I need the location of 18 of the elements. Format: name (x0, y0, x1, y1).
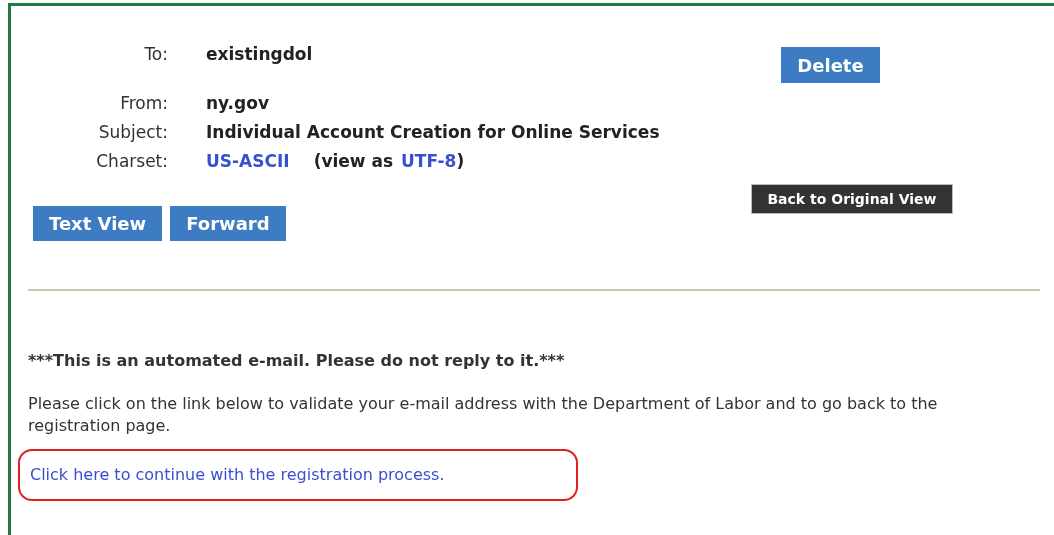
registration-link[interactable]: Click here to continue with the registration process. (30, 463, 445, 487)
header-label: Subject: (97, 121, 168, 144)
header-value: ) (456, 150, 465, 173)
charset-link[interactable]: US-ASCII (206, 149, 290, 175)
message-paragraph: Please click on the link below to validate your e-mail address with the Department of Labor and to go back to the registration page. (28, 393, 939, 437)
charset-link[interactable]: UTF-8 (401, 149, 457, 175)
header-label: From: (119, 92, 168, 115)
header-label: Charset: (95, 150, 168, 173)
header-value: Individual Account Creation for Online Services (206, 121, 660, 144)
automated-notice: ***This is an automated e-mail. Please do not reply to it.*** (28, 350, 566, 372)
delete-button[interactable]: Delete (781, 47, 880, 83)
back-to-original-button[interactable]: Back to Original View (751, 184, 953, 214)
header-value: (view as (313, 150, 394, 173)
header-value: ny.gov (206, 92, 269, 115)
view-button[interactable]: Text View (33, 206, 163, 241)
view-button[interactable]: Forward (170, 206, 286, 241)
header-value: existingdol (206, 43, 313, 66)
header-label: To: (143, 43, 168, 66)
